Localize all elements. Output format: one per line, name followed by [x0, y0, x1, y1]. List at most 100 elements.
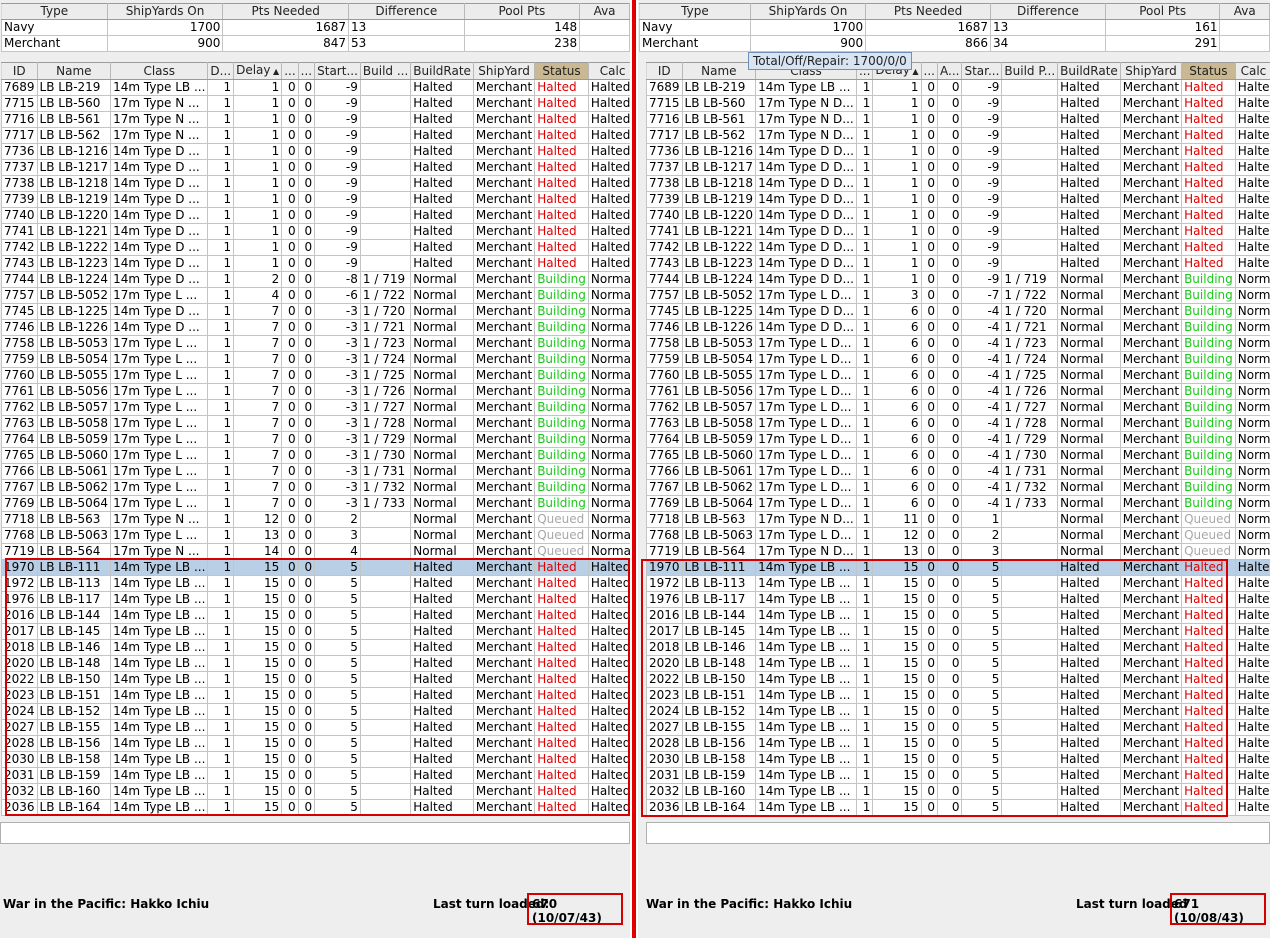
table-row[interactable]: 1976 LB LB-117 14m Type LB ... 1 15 0 0 5 Halted…	[1, 591, 630, 608]
table-row[interactable]: 2018 LB LB-146 14m Type LB ... 1 15 0 0 5 Halted…	[646, 639, 1270, 656]
table-row[interactable]: 2024 LB LB-152 14m Type LB ... 1 15 0 0 5 Halted…	[1, 703, 630, 720]
table-row[interactable]: 7766 LB LB-5061 17m Type L ... 1 7 0 0 -3 1 / 73…	[1, 463, 630, 480]
table-row[interactable]: 7759 LB LB-5054 17m Type L ... 1 7 0 0 -3 1 / 72…	[1, 351, 630, 368]
column-header[interactable]: Class	[110, 62, 209, 80]
table-row[interactable]: 2022 LB LB-150 14m Type LB ... 1 15 0 0 5 Halted…	[646, 671, 1270, 688]
column-header[interactable]: Start...	[314, 62, 361, 80]
column-header[interactable]: BuildRate	[410, 62, 474, 80]
table-row[interactable]: 7716 LB LB-561 17m Type N D... 1 1 0 0 -9 Halted…	[646, 111, 1270, 128]
column-header[interactable]: Delay ▲	[233, 62, 283, 80]
table-row[interactable]: 7745 LB LB-1225 14m Type D D... 1 6 0 0 -4 1 / 7…	[646, 303, 1270, 320]
table-row[interactable]: 1976 LB LB-117 14m Type LB ... 1 15 0 0 5 Halted…	[646, 591, 1270, 608]
table-row[interactable]: 7715 LB LB-560 17m Type N ... 1 1 0 0 -9 Halted M…	[1, 95, 630, 112]
table-row[interactable]: 2030 LB LB-158 14m Type LB ... 1 15 0 0 5 Halted…	[1, 751, 630, 768]
table-row[interactable]: 2032 LB LB-160 14m Type LB ... 1 15 0 0 5 Halted…	[646, 783, 1270, 800]
summary-header-cell[interactable]: Pool Pts	[463, 3, 581, 20]
table-row[interactable]: 7768 LB LB-5063 17m Type L D... 1 12 0 0 2 Norma…	[646, 527, 1270, 544]
table-row[interactable]: 7766 LB LB-5061 17m Type L D... 1 6 0 0 -4 1 / 7…	[646, 463, 1270, 480]
table-row[interactable]: 7743 LB LB-1223 14m Type D ... 1 1 0 0 -9 Halted…	[1, 255, 630, 272]
table-row[interactable]: 2018 LB LB-146 14m Type LB ... 1 15 0 0 5 Halted…	[1, 639, 630, 656]
table-row[interactable]: 7757 LB LB-5052 17m Type L D... 1 3 0 0 -7 1 / 7…	[646, 287, 1270, 304]
table-row[interactable]: 1970 LB LB-111 14m Type LB ... 1 15 0 0 5 Halted…	[646, 559, 1270, 576]
table-row[interactable]: 7739 LB LB-1219 14m Type D D... 1 1 0 0 -9 Halte…	[646, 191, 1270, 208]
column-header[interactable]: ...	[297, 62, 316, 80]
table-row[interactable]: 7762 LB LB-5057 17m Type L D... 1 6 0 0 -4 1 / 7…	[646, 399, 1270, 416]
table-row[interactable]: 7718 LB LB-563 17m Type N D... 1 11 0 0 1 Normal…	[646, 511, 1270, 528]
column-header[interactable]: Name	[36, 62, 112, 80]
column-header[interactable]: Calc B	[1234, 62, 1270, 80]
table-row[interactable]: 7741 LB LB-1221 14m Type D ... 1 1 0 0 -9 Halted…	[1, 223, 630, 240]
summary-header-cell[interactable]: ShipYards On	[106, 3, 224, 20]
column-header[interactable]: Calc	[587, 62, 630, 80]
summary-header-cell[interactable]: Pts Needed	[222, 3, 349, 20]
table-row[interactable]: 7764 LB LB-5059 17m Type L D... 1 6 0 0 -4 1 / 7…	[646, 431, 1270, 448]
table-row[interactable]: 2016 LB LB-144 14m Type LB ... 1 15 0 0 5 Halted…	[646, 607, 1270, 624]
table-row[interactable]: 7737 LB LB-1217 14m Type D ... 1 1 0 0 -9 Halted…	[1, 159, 630, 176]
table-row[interactable]: 2031 LB LB-159 14m Type LB ... 1 15 0 0 5 Halted…	[646, 767, 1270, 784]
table-row[interactable]: 7769 LB LB-5064 17m Type L ... 1 7 0 0 -3 1 / 73…	[1, 495, 630, 512]
table-row[interactable]: 2036 LB LB-164 14m Type LB ... 1 15 0 0 5 Halted…	[1, 799, 630, 816]
table-row[interactable]: 2020 LB LB-148 14m Type LB ... 1 15 0 0 5 Halted…	[646, 655, 1270, 672]
table-row[interactable]: 7757 LB LB-5052 17m Type L ... 1 4 0 0 -6 1 / 72…	[1, 287, 630, 304]
table-row[interactable]: 7740 LB LB-1220 14m Type D ... 1 1 0 0 -9 Halted…	[1, 207, 630, 224]
table-row[interactable]: 7764 LB LB-5059 17m Type L ... 1 7 0 0 -3 1 / 72…	[1, 431, 630, 448]
table-row[interactable]: 7765 LB LB-5060 17m Type L ... 1 7 0 0 -3 1 / 73…	[1, 447, 630, 464]
table-row[interactable]: 2022 LB LB-150 14m Type LB ... 1 15 0 0 5 Halted…	[1, 671, 630, 688]
table-row[interactable]: 7738 LB LB-1218 14m Type D ... 1 1 0 0 -9 Halted…	[1, 175, 630, 192]
table-row[interactable]: 1972 LB LB-113 14m Type LB ... 1 15 0 0 5 Halted…	[646, 575, 1270, 592]
column-header[interactable]: Status	[534, 62, 589, 80]
table-row[interactable]: 2023 LB LB-151 14m Type LB ... 1 15 0 0 5 Halted…	[1, 687, 630, 704]
summary-row[interactable]: Merchant 900 866 34 291	[639, 35, 1270, 52]
table-row[interactable]: 7761 LB LB-5056 17m Type L D... 1 6 0 0 -4 1 / 7…	[646, 383, 1270, 400]
table-row[interactable]: 7742 LB LB-1222 14m Type D D... 1 1 0 0 -9 Halte…	[646, 239, 1270, 256]
table-row[interactable]: 2027 LB LB-155 14m Type LB ... 1 15 0 0 5 Halted…	[646, 719, 1270, 736]
table-row[interactable]: 7741 LB LB-1221 14m Type D D... 1 1 0 0 -9 Halte…	[646, 223, 1270, 240]
column-header[interactable]: D...	[207, 62, 235, 80]
table-row[interactable]: 7736 LB LB-1216 14m Type D D... 1 1 0 0 -9 Halte…	[646, 143, 1270, 160]
table-row[interactable]: 2017 LB LB-145 14m Type LB ... 1 15 0 0 5 Halted…	[646, 623, 1270, 640]
table-row[interactable]: 7759 LB LB-5054 17m Type L D... 1 6 0 0 -4 1 / 7…	[646, 351, 1270, 368]
table-row[interactable]: 7765 LB LB-5060 17m Type L D... 1 6 0 0 -4 1 / 7…	[646, 447, 1270, 464]
table-row[interactable]: 7767 LB LB-5062 17m Type L D... 1 6 0 0 -4 1 / 7…	[646, 479, 1270, 496]
table-row[interactable]: 7761 LB LB-5056 17m Type L ... 1 7 0 0 -3 1 / 72…	[1, 383, 630, 400]
table-row[interactable]: 7767 LB LB-5062 17m Type L ... 1 7 0 0 -3 1 / 73…	[1, 479, 630, 496]
table-row[interactable]: 7744 LB LB-1224 14m Type D ... 1 2 0 0 -8 1 / 71…	[1, 271, 630, 288]
table-row[interactable]: 2016 LB LB-144 14m Type LB ... 1 15 0 0 5 Halted…	[1, 607, 630, 624]
summary-header-cell[interactable]: Ava	[579, 3, 630, 20]
table-row[interactable]: 2017 LB LB-145 14m Type LB ... 1 15 0 0 5 Halted…	[1, 623, 630, 640]
table-row[interactable]: 2031 LB LB-159 14m Type LB ... 1 15 0 0 5 Halted…	[1, 767, 630, 784]
column-header[interactable]: Name	[681, 62, 757, 80]
table-row[interactable]: 2032 LB LB-160 14m Type LB ... 1 15 0 0 5 Halted…	[1, 783, 630, 800]
column-header[interactable]: A...	[936, 62, 963, 80]
table-row[interactable]: 7745 LB LB-1225 14m Type D ... 1 7 0 0 -3 1 / 72…	[1, 303, 630, 320]
table-row[interactable]: 7746 LB LB-1226 14m Type D D... 1 6 0 0 -4 1 / 7…	[646, 319, 1270, 336]
table-row[interactable]: 7718 LB LB-563 17m Type N ... 1 12 0 0 2 Normal M…	[1, 511, 630, 528]
table-row[interactable]: 7689 LB LB-219 14m Type LB ... 1 1 0 0 -9 Halted…	[1, 79, 630, 96]
summary-header-cell[interactable]: Difference	[989, 3, 1106, 20]
summary-row[interactable]: Navy 1700 1687 13 161	[639, 19, 1270, 36]
column-header[interactable]: ...	[281, 62, 299, 80]
table-row[interactable]: 2028 LB LB-156 14m Type LB ... 1 15 0 0 5 Halted…	[1, 735, 630, 752]
column-header[interactable]: Star...	[961, 62, 1003, 80]
table-row[interactable]: 2030 LB LB-158 14m Type LB ... 1 15 0 0 5 Halted…	[646, 751, 1270, 768]
table-row[interactable]: 7717 LB LB-562 17m Type N D... 1 1 0 0 -9 Halted…	[646, 127, 1270, 144]
table-row[interactable]: 7717 LB LB-562 17m Type N ... 1 1 0 0 -9 Halted M…	[1, 127, 630, 144]
table-row[interactable]: 7737 LB LB-1217 14m Type D D... 1 1 0 0 -9 Halte…	[646, 159, 1270, 176]
table-row[interactable]: 7719 LB LB-564 17m Type N D... 1 13 0 0 3 Normal…	[646, 543, 1270, 560]
table-row[interactable]: 2036 LB LB-164 14m Type LB ... 1 15 0 0 5 Halted…	[646, 799, 1270, 816]
column-header[interactable]: Build P...	[1001, 62, 1059, 80]
table-row[interactable]: 7746 LB LB-1226 14m Type D ... 1 7 0 0 -3 1 / 72…	[1, 319, 630, 336]
table-row[interactable]: 1972 LB LB-113 14m Type LB ... 1 15 0 0 5 Halted…	[1, 575, 630, 592]
column-header[interactable]: ShipYard	[1119, 62, 1183, 80]
summary-header-cell[interactable]: ShipYards On	[749, 3, 867, 20]
summary-header-cell[interactable]: Pts Needed	[865, 3, 991, 20]
table-row[interactable]: 7758 LB LB-5053 17m Type L ... 1 7 0 0 -3 1 / 72…	[1, 335, 630, 352]
summary-header-cell[interactable]: Ava	[1219, 3, 1270, 20]
table-row[interactable]: 2028 LB LB-156 14m Type LB ... 1 15 0 0 5 Halted…	[646, 735, 1270, 752]
table-row[interactable]: 7743 LB LB-1223 14m Type D D... 1 1 0 0 -9 Halte…	[646, 255, 1270, 272]
column-header[interactable]: Status	[1181, 62, 1236, 80]
table-row[interactable]: 7736 LB LB-1216 14m Type D ... 1 1 0 0 -9 Halted…	[1, 143, 630, 160]
table-row[interactable]: 7763 LB LB-5058 17m Type L D... 1 6 0 0 -4 1 / 7…	[646, 415, 1270, 432]
column-header[interactable]: ShipYard	[472, 62, 536, 80]
column-header[interactable]: ID	[646, 62, 683, 80]
